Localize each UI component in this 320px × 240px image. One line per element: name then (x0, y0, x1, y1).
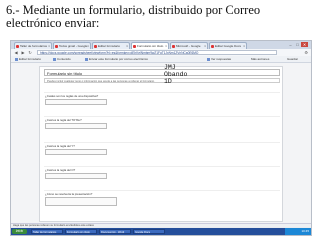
taskbar-item[interactable]: Formulario sin título (65, 229, 97, 234)
tab-strip: Taller de formularios × Todos gmail - Go… (11, 41, 311, 49)
answer-field[interactable] (45, 149, 107, 155)
wrench-icon[interactable]: ⚙ (304, 50, 308, 55)
chart-icon (207, 57, 210, 61)
minimize-button[interactable]: – (287, 42, 294, 47)
question-item[interactable]: ¿Cuál es la regla del TOTAL? (44, 116, 280, 141)
page-icon (133, 45, 136, 48)
reload-icon[interactable]: ↻ (27, 50, 33, 55)
form-editor: Formulario sin título Puedes incluir cua… (39, 66, 283, 222)
toolbar-guardar[interactable]: Guardar (287, 56, 298, 62)
answer-field[interactable] (45, 197, 117, 206)
toolbar-label: Enviar este formulario por correo electr… (89, 57, 149, 61)
question-label: ¿Cómo se resolvería la presentación? (45, 192, 93, 196)
page-icon (16, 45, 19, 48)
question-item[interactable]: ¿Cómo se resolvería la presentación? (44, 190, 280, 217)
tab-label: Editar formulario (98, 44, 121, 48)
form-toolbar: Editar formulario Contenido Enviar este … (11, 56, 311, 63)
tab-label: Editar Google Docs (215, 44, 242, 48)
question-label: ¿Cuáles son los reglas de una dispositiv… (45, 94, 99, 98)
taskbar-item[interactable]: Taller de formularios (31, 229, 63, 234)
page-icon (94, 45, 97, 48)
toolbar-respuestas[interactable]: Ver respuestas (207, 56, 231, 62)
slide-title: 6.- Mediante un formulario, distribuido … (6, 3, 261, 30)
question-label: ¿Cuál es la regla del Y? (45, 144, 75, 148)
toolbar-editar[interactable]: Editar formulario (15, 56, 41, 62)
tab-editar-formulario[interactable]: Editar formulario × (92, 42, 130, 49)
answer-field[interactable] (45, 123, 107, 129)
toolbar-mas-acciones[interactable]: Más acciones (251, 56, 269, 62)
status-bar: Haga que las personas rellenen su formul… (11, 223, 311, 227)
toolbar-label: Guardar (287, 57, 299, 61)
start-button[interactable]: Inicio (12, 229, 27, 234)
close-window-button[interactable]: ✕ (301, 42, 308, 47)
taskbar: Inicio Taller de formularios Formulario … (11, 228, 311, 235)
tab-gmail[interactable]: Todos gmail - Google × (53, 42, 91, 49)
answer-field[interactable] (45, 173, 107, 179)
tab-label: Taller de formularios (20, 44, 48, 48)
toolbar-label: Más acciones (251, 57, 270, 61)
tab-taller[interactable]: Taller de formularios × (14, 42, 52, 49)
folder-icon (53, 57, 56, 61)
question-item[interactable]: ¿Cuál es la regla del O? (44, 166, 280, 189)
note-line-1: JMJ (164, 64, 176, 71)
page-icon (172, 45, 175, 48)
form-title-input[interactable]: Formulario sin título (44, 69, 280, 76)
handwritten-note: JMJ Obando 1D (164, 64, 187, 85)
note-line-3: 1D (164, 78, 172, 85)
tab-label: Formulario sin título (137, 44, 164, 48)
question-item[interactable]: ¿Cuál es la regla del Y? (44, 142, 280, 165)
tab-formulario-sin-titulo[interactable]: Formulario sin título × (131, 42, 169, 49)
mail-icon (85, 57, 88, 61)
toolbar-label: Ver respuestas (211, 57, 232, 61)
question-item[interactable]: ¿Cuáles son los reglas de una dispositiv… (44, 92, 280, 115)
toolbar-enviar[interactable]: Enviar este formulario por correo electr… (85, 56, 148, 62)
page-icon (211, 45, 214, 48)
toolbar-label: Contenido (57, 57, 71, 61)
tab-label: Todos gmail - Google (59, 44, 88, 48)
form-description-input[interactable]: Puedes incluir cualquier texto o informa… (44, 78, 280, 83)
question-label: ¿Cuál es la regla del O? (45, 168, 76, 172)
back-icon[interactable]: ◀ (13, 50, 19, 55)
toolbar-label: Editar formulario (19, 57, 42, 61)
browser-screenshot: Taller de formularios × Todos gmail - Go… (10, 40, 312, 236)
taskbar-item[interactable]: Documento1 - Word (99, 229, 131, 234)
page-icon (55, 45, 58, 48)
toolbar-contenido[interactable]: Contenido (53, 56, 71, 62)
question-label: ¿Cuál es la regla del TOTAL? (45, 118, 82, 122)
maximize-button[interactable]: □ (294, 42, 301, 47)
tab-microsoft[interactable]: Microsoft - Google × (170, 42, 208, 49)
tab-label: Microsoft - Google (176, 44, 201, 48)
forward-icon[interactable]: ▶ (20, 50, 26, 55)
pencil-icon (15, 57, 18, 61)
answer-field[interactable] (45, 99, 107, 105)
page-content: Formulario sin título Puedes incluir cua… (11, 63, 311, 223)
note-line-2: Obando (164, 71, 188, 78)
taskbar-item[interactable]: Google Docs (133, 229, 165, 234)
tab-editar-docs[interactable]: Editar Google Docs × (209, 42, 247, 49)
url-input[interactable]: https://docs.google.com/spreadsheet/view… (37, 50, 277, 55)
taskbar-clock: 10:45 (285, 228, 311, 235)
